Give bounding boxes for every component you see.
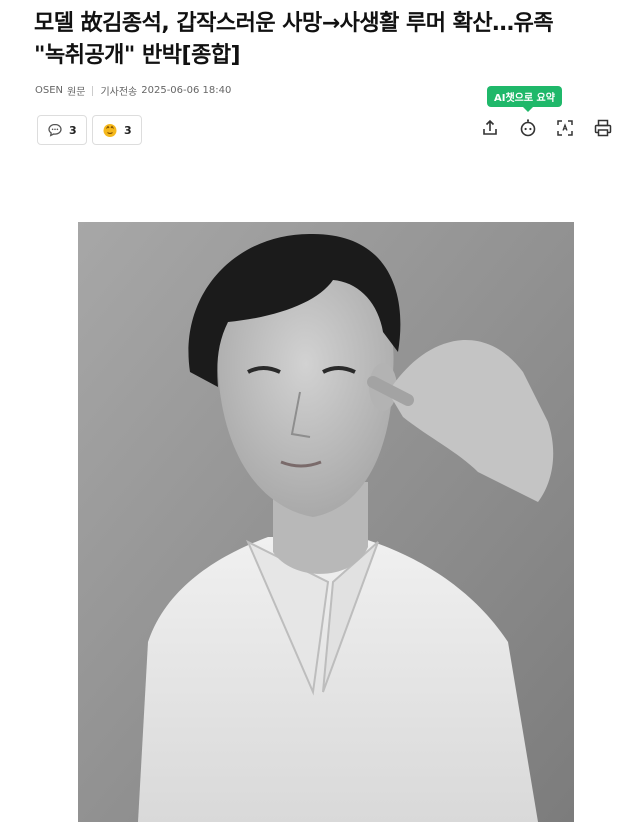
article-photo xyxy=(78,222,574,822)
share-button[interactable] xyxy=(478,118,502,142)
article-title: 모델 故김종석, 갑작스러운 사망→사생활 루머 확산…유족 "녹취공개" 반박… xyxy=(34,8,614,72)
publish-timestamp: 2025-06-06 18:40 xyxy=(141,85,232,96)
comment-icon xyxy=(47,122,63,138)
ai-bot-icon xyxy=(518,118,538,142)
reaction-count: 3 xyxy=(124,123,132,137)
print-icon xyxy=(593,118,613,142)
reaction-button[interactable]: 3 xyxy=(92,115,142,145)
comment-count: 3 xyxy=(69,123,77,137)
sent-label: 기사전송 xyxy=(100,87,138,98)
ai-summary-badge[interactable]: AI챗으로 요약 xyxy=(487,86,562,112)
reaction-emoji-icon xyxy=(102,122,118,138)
portrait-illustration xyxy=(78,222,574,822)
article-meta: OSEN 원문 기사전송 2025-06-06 18:40 xyxy=(35,83,231,98)
source-type: 원문 xyxy=(67,87,86,98)
ai-bot-button[interactable] xyxy=(516,118,540,142)
comment-button[interactable]: 3 xyxy=(37,115,87,145)
text-size-icon xyxy=(555,118,575,142)
meta-divider xyxy=(92,85,94,96)
source-name[interactable]: OSEN xyxy=(35,85,63,96)
article-title-line1: 모델 故김종석, 갑작스러운 사망→사생활 루머 확산…유족 xyxy=(34,11,554,36)
text-size-button[interactable] xyxy=(553,118,577,142)
print-button[interactable] xyxy=(591,118,615,142)
share-icon xyxy=(480,118,500,142)
article-title-line2: "녹취공개" 반박[종합] xyxy=(34,43,241,68)
